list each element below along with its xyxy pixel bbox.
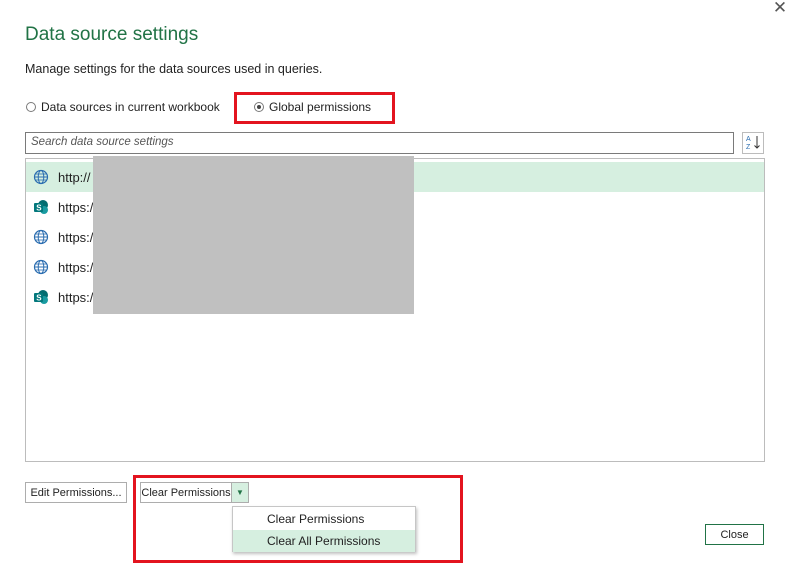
chevron-down-icon[interactable]: ▼ bbox=[232, 482, 249, 503]
menu-item-clear-permissions[interactable]: Clear Permissions bbox=[233, 508, 415, 530]
list-item-text: https:/ bbox=[58, 199, 94, 215]
dialog-title: Data source settings bbox=[25, 24, 199, 45]
menu-item-clear-all-permissions[interactable]: Clear All Permissions bbox=[233, 530, 415, 552]
redaction-block bbox=[93, 156, 414, 314]
search-input[interactable]: Search data source settings bbox=[25, 132, 734, 154]
svg-text:A: A bbox=[746, 136, 751, 143]
sharepoint-icon: S bbox=[32, 288, 50, 306]
edit-permissions-button[interactable]: Edit Permissions... bbox=[25, 482, 127, 503]
sharepoint-icon: S bbox=[32, 198, 50, 216]
clear-permissions-split-button[interactable]: Clear Permissions ▼ bbox=[140, 482, 249, 503]
radio-label: Data sources in current workbook bbox=[41, 100, 220, 114]
globe-icon bbox=[32, 168, 50, 186]
radio-circle-selected[interactable] bbox=[254, 102, 264, 112]
radio-circle[interactable] bbox=[26, 102, 36, 112]
svg-text:Z: Z bbox=[746, 144, 751, 151]
dialog-subtitle: Manage settings for the data sources use… bbox=[25, 62, 323, 76]
radio-label: Global permissions bbox=[269, 100, 372, 114]
globe-icon bbox=[32, 228, 50, 246]
list-item-text: https:/ bbox=[58, 289, 94, 305]
close-icon[interactable]: ✕ bbox=[770, 0, 790, 18]
globe-icon bbox=[32, 258, 50, 276]
svg-text:S: S bbox=[36, 204, 42, 213]
sort-az-icon[interactable]: A Z bbox=[742, 132, 764, 154]
svg-text:S: S bbox=[36, 294, 42, 303]
close-button[interactable]: Close bbox=[705, 524, 764, 545]
list-item-text: http:// bbox=[58, 169, 91, 185]
clear-permissions-menu: Clear Permissions Clear All Permissions bbox=[232, 506, 416, 552]
radio-global-permissions[interactable]: Global permissions bbox=[254, 99, 371, 115]
list-item-text: https:/ bbox=[58, 259, 94, 275]
radio-current-workbook[interactable]: Data sources in current workbook bbox=[26, 99, 220, 115]
clear-permissions-button[interactable]: Clear Permissions bbox=[140, 482, 232, 503]
list-item-text: https:/ bbox=[58, 229, 94, 245]
